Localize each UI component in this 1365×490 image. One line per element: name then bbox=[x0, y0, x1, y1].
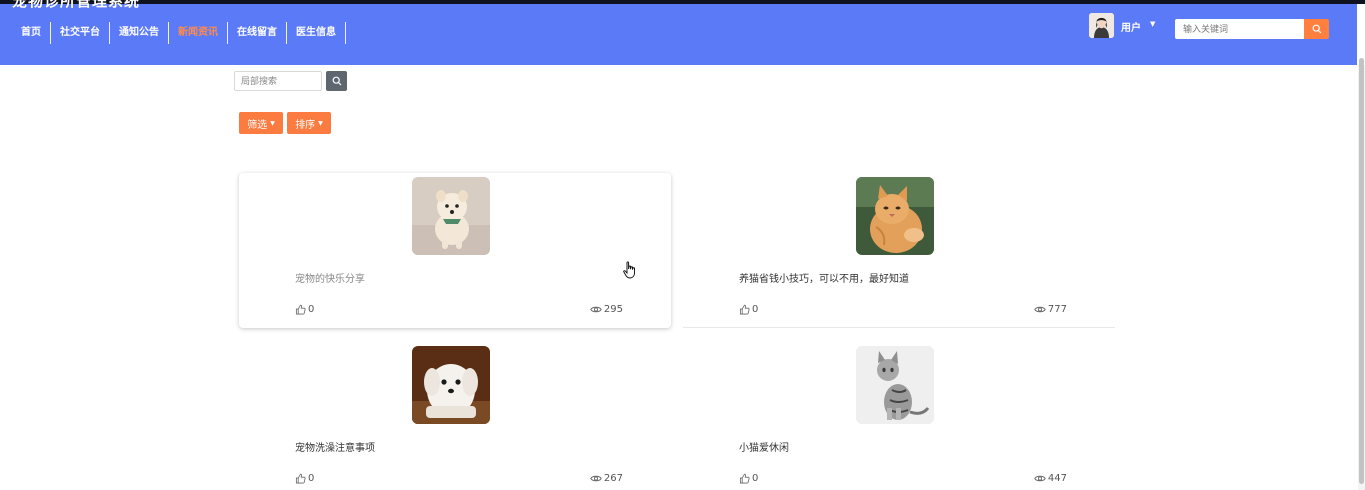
window-top-edge bbox=[0, 0, 1365, 4]
views-count: 447 bbox=[1034, 473, 1067, 484]
top-navbar: 宠物诊所管理系统 首页 社交平台 通知公告 新闻资讯 在线留言 医生信息 用户 … bbox=[0, 0, 1365, 65]
scrollbar-top bbox=[1357, 4, 1365, 65]
global-search-button[interactable] bbox=[1304, 19, 1329, 39]
tabby-cat-photo bbox=[856, 346, 934, 424]
nav-social[interactable]: 社交平台 bbox=[51, 22, 110, 44]
views-count: 777 bbox=[1034, 304, 1067, 315]
views-count: 267 bbox=[590, 473, 623, 484]
chevron-down-icon: ▼ bbox=[270, 119, 275, 127]
chevron-down-icon[interactable]: ▼ bbox=[1150, 20, 1155, 28]
search-icon bbox=[332, 76, 341, 86]
likes-value: 0 bbox=[752, 473, 759, 484]
eye-icon bbox=[1034, 475, 1046, 482]
views-value: 447 bbox=[1047, 473, 1067, 484]
article-title[interactable]: 宠物的快乐分享 bbox=[295, 270, 365, 285]
chevron-down-icon: ▼ bbox=[318, 119, 323, 127]
sort-label: 排序 bbox=[295, 119, 316, 131]
avatar-portrait-icon bbox=[1089, 13, 1114, 38]
sort-dropdown-button[interactable]: 排序 ▼ bbox=[287, 112, 331, 134]
views-count: 295 bbox=[590, 304, 623, 315]
user-avatar[interactable] bbox=[1089, 13, 1114, 38]
main-nav: 首页 社交平台 通知公告 新闻资讯 在线留言 医生信息 bbox=[12, 22, 346, 44]
article-thumbnail[interactable] bbox=[412, 346, 490, 424]
nav-message[interactable]: 在线留言 bbox=[228, 22, 287, 44]
article-card[interactable]: 养猫省钱小技巧，可以不用，最好知道 0 777 bbox=[683, 173, 1115, 328]
likes-count[interactable]: 0 bbox=[739, 304, 758, 315]
article-card[interactable]: 宠物洗澡注意事项 0 267 bbox=[239, 342, 671, 490]
local-search-button[interactable] bbox=[326, 71, 347, 91]
local-search-input[interactable] bbox=[234, 71, 322, 91]
global-search-input[interactable] bbox=[1175, 19, 1304, 39]
nav-doctor[interactable]: 医生信息 bbox=[287, 22, 346, 44]
likes-count[interactable]: 0 bbox=[295, 473, 314, 484]
nav-news[interactable]: 新闻资讯 bbox=[169, 22, 228, 44]
hand-pointer-icon bbox=[623, 261, 637, 283]
nav-home[interactable]: 首页 bbox=[12, 22, 51, 44]
views-value: 777 bbox=[1047, 304, 1067, 315]
eye-icon bbox=[590, 306, 602, 313]
likes-count[interactable]: 0 bbox=[295, 304, 314, 315]
article-thumbnail[interactable] bbox=[856, 346, 934, 424]
article-thumbnail[interactable] bbox=[412, 177, 490, 255]
article-thumbnail[interactable] bbox=[856, 177, 934, 255]
site-title: 宠物诊所管理系统 bbox=[12, 0, 141, 10]
filter-label: 筛选 bbox=[247, 119, 268, 131]
views-value: 267 bbox=[603, 473, 623, 484]
article-title[interactable]: 宠物洗澡注意事项 bbox=[295, 439, 375, 454]
eye-icon bbox=[590, 475, 602, 482]
scrollbar-thumb[interactable] bbox=[1359, 58, 1364, 484]
thumbs-up-icon bbox=[295, 304, 306, 315]
likes-value: 0 bbox=[752, 304, 759, 315]
article-card[interactable]: 小猫爱休闲 0 447 bbox=[683, 342, 1115, 490]
filter-dropdown-button[interactable]: 筛选 ▼ bbox=[239, 112, 283, 134]
search-icon bbox=[1312, 24, 1321, 34]
user-menu-label[interactable]: 用户 bbox=[1121, 19, 1141, 34]
likes-count[interactable]: 0 bbox=[739, 473, 758, 484]
article-title[interactable]: 小猫爱休闲 bbox=[739, 439, 789, 454]
nav-notice[interactable]: 通知公告 bbox=[110, 22, 169, 44]
likes-value: 0 bbox=[308, 473, 315, 484]
orange-cat-photo bbox=[856, 177, 934, 255]
thumbs-up-icon bbox=[739, 473, 750, 484]
pomeranian-photo bbox=[412, 177, 490, 255]
likes-value: 0 bbox=[308, 304, 315, 315]
views-value: 295 bbox=[603, 304, 623, 315]
thumbs-up-icon bbox=[739, 304, 750, 315]
article-card[interactable]: 宠物的快乐分享 0 295 bbox=[239, 173, 671, 328]
article-title[interactable]: 养猫省钱小技巧，可以不用，最好知道 bbox=[739, 270, 909, 285]
thumbs-up-icon bbox=[295, 473, 306, 484]
eye-icon bbox=[1034, 306, 1046, 313]
white-puppy-photo bbox=[412, 346, 490, 424]
